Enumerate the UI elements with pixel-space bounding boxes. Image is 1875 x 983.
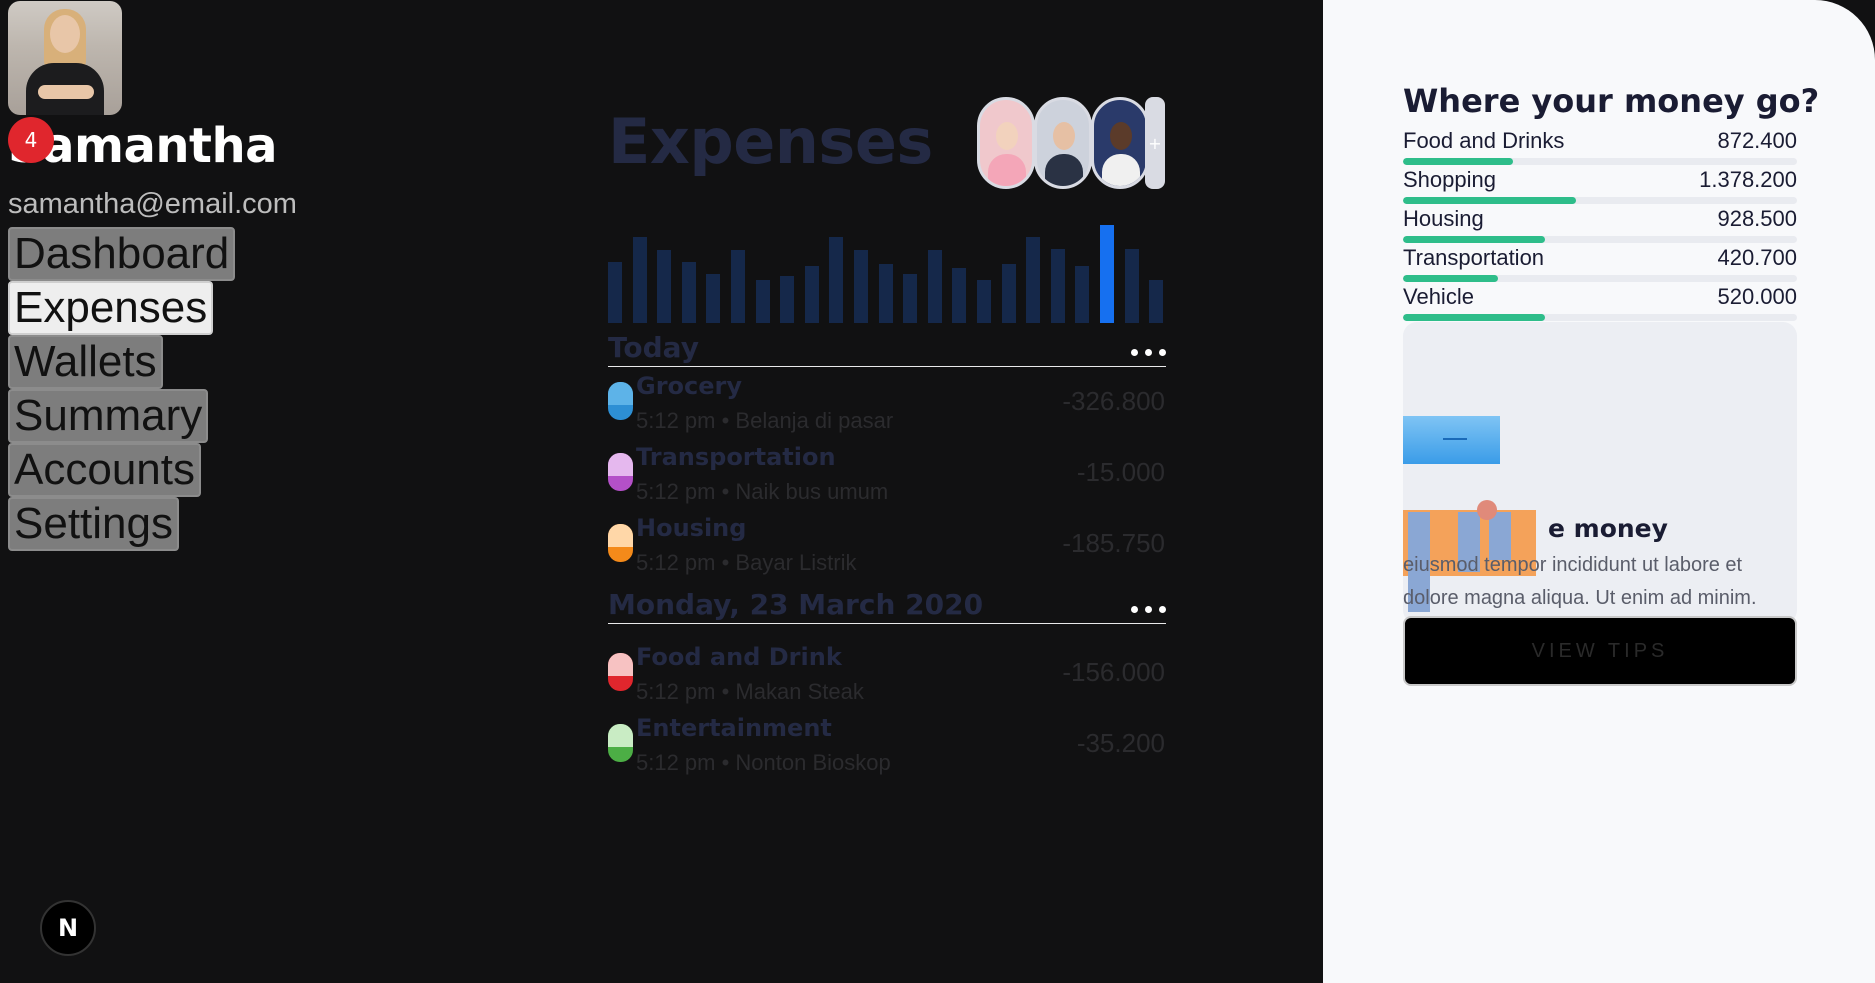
transaction-amount: -35.200: [1076, 728, 1165, 758]
transaction-title[interactable]: Housing: [636, 514, 746, 542]
activity-bar[interactable]: [952, 268, 966, 323]
category-progress-bar: [1403, 314, 1797, 321]
activity-bar[interactable]: [977, 280, 991, 323]
tip-illustration: [1403, 416, 1500, 464]
more-options-icon[interactable]: [1131, 606, 1166, 613]
activity-bar[interactable]: [756, 280, 770, 323]
transaction-subtitle: 5:12 pm • Bayar Listrik: [636, 550, 857, 575]
nav-item-expenses[interactable]: Expenses: [8, 281, 214, 335]
category-value: 872.400: [1717, 128, 1797, 153]
transaction-title[interactable]: Grocery: [636, 372, 742, 400]
activity-bar[interactable]: [903, 274, 917, 323]
transaction-subtitle: 5:12 pm • Naik bus umum: [636, 479, 889, 504]
page-title: Expenses: [608, 105, 933, 178]
activity-bar[interactable]: [1051, 249, 1065, 323]
nav-item-wallets[interactable]: Wallets: [8, 335, 163, 389]
activity-bar[interactable]: [780, 276, 794, 323]
nav-item-settings[interactable]: Settings: [8, 497, 179, 551]
transaction-title[interactable]: Transportation: [636, 443, 836, 471]
activity-bar[interactable]: [657, 250, 671, 323]
profile-avatar[interactable]: [8, 1, 122, 115]
spending-panel: Where your money go? Food and Drinks 872.…: [1323, 0, 1875, 983]
category-progress-fill: [1403, 314, 1545, 321]
contact-avatar[interactable]: [1091, 97, 1149, 189]
category-value: 928.500: [1717, 206, 1797, 231]
transaction-amount: -185.750: [1062, 528, 1165, 558]
activity-bar[interactable]: [928, 250, 942, 323]
category-value: 420.700: [1717, 245, 1797, 270]
activity-bar[interactable]: [1026, 237, 1040, 323]
category-label: Vehicle: [1403, 284, 1474, 309]
category-progress-fill: [1403, 275, 1498, 282]
transaction-amount: -15.000: [1076, 457, 1165, 487]
section-label: Today: [608, 331, 699, 364]
activity-bar[interactable]: [1100, 225, 1114, 323]
activity-bar[interactable]: [854, 250, 868, 323]
transaction-subtitle: 5:12 pm • Nonton Bioskop: [636, 750, 891, 775]
spending-title: Where your money go?: [1403, 82, 1820, 120]
entertainment-icon: [608, 724, 633, 762]
category-progress-bar: [1403, 275, 1797, 282]
category-progress-fill: [1403, 197, 1577, 204]
activity-bar[interactable]: [706, 274, 720, 323]
tips-card: e money eiusmod tempor incididunt ut lab…: [1403, 322, 1797, 624]
category-value: 520.000: [1717, 284, 1797, 309]
tip-body: eiusmod tempor incididunt ut labore et d…: [1403, 554, 1757, 609]
category-progress-bar: [1403, 197, 1797, 204]
transaction-title[interactable]: Entertainment: [636, 714, 832, 742]
nav-item-summary[interactable]: Summary: [8, 389, 209, 443]
transaction-subtitle: 5:12 pm • Belanja di pasar: [636, 408, 894, 433]
category-progress-bar: [1403, 236, 1797, 243]
activity-bar[interactable]: [1002, 264, 1016, 323]
food-drink-icon: [608, 653, 633, 691]
transportation-icon: [608, 453, 633, 491]
housing-icon: [608, 524, 633, 562]
expense-activity-chart: [608, 225, 1166, 323]
nav-item-dashboard[interactable]: Dashboard: [8, 227, 236, 281]
activity-bar[interactable]: [805, 266, 819, 323]
category-label: Shopping: [1403, 167, 1496, 192]
category-progress-bar: [1403, 158, 1797, 165]
tip-heading: e money: [1548, 514, 1668, 543]
add-contact-button[interactable]: +: [1145, 97, 1165, 189]
transaction-title[interactable]: Food and Drink: [636, 643, 842, 671]
next-logo-icon[interactable]: N: [40, 900, 96, 956]
contact-avatar[interactable]: [1034, 97, 1092, 189]
activity-bar[interactable]: [1149, 280, 1163, 323]
category-progress-fill: [1403, 158, 1514, 165]
transaction-subtitle: 5:12 pm • Makan Steak: [636, 679, 864, 704]
transaction-amount: -156.000: [1062, 657, 1165, 687]
section-header: Monday, 23 March 2020: [608, 587, 1166, 624]
grocery-icon: [608, 382, 633, 420]
category-label: Transportation: [1403, 245, 1545, 270]
more-options-icon[interactable]: [1131, 349, 1166, 356]
contact-avatar[interactable]: [977, 97, 1035, 189]
category-progress-fill: [1403, 236, 1545, 243]
category-label: Housing: [1403, 206, 1484, 231]
activity-bar[interactable]: [1125, 249, 1139, 323]
section-header: Today: [608, 330, 1166, 367]
activity-bar[interactable]: [608, 262, 622, 323]
activity-bar[interactable]: [731, 250, 745, 323]
activity-bar[interactable]: [879, 264, 893, 323]
notification-badge: 4: [8, 117, 54, 163]
transaction-amount: -326.800: [1062, 386, 1165, 416]
view-tips-button[interactable]: VIEW TIPS: [1403, 616, 1797, 686]
activity-bar[interactable]: [633, 237, 647, 323]
section-label: Monday, 23 March 2020: [608, 588, 984, 621]
category-label: Food and Drinks: [1403, 128, 1565, 153]
activity-bar[interactable]: [1075, 266, 1089, 323]
nav-item-accounts[interactable]: Accounts: [8, 443, 201, 497]
category-value: 1.378.200: [1699, 167, 1797, 192]
user-email: samantha@email.com: [8, 188, 297, 220]
activity-bar[interactable]: [682, 262, 696, 323]
activity-bar[interactable]: [829, 237, 843, 323]
